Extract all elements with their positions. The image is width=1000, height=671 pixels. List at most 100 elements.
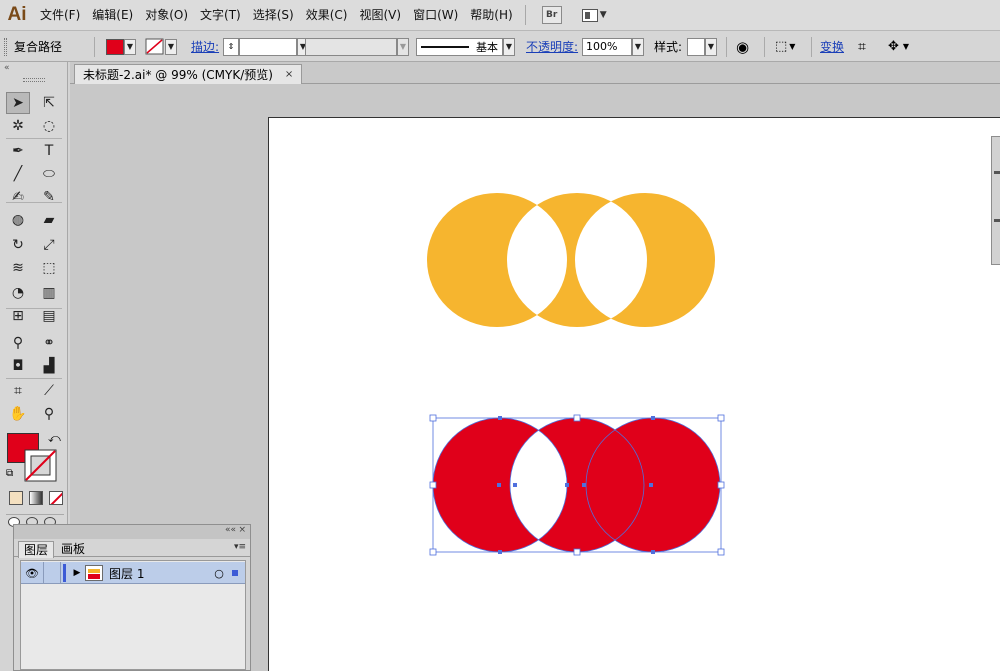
blend-tool-icon[interactable]: ⚭ bbox=[37, 332, 61, 354]
slice-tool-icon[interactable]: ⟋ bbox=[37, 380, 61, 402]
zoom-tool-icon[interactable]: ⚲ bbox=[37, 403, 61, 425]
lock-toggle[interactable] bbox=[43, 562, 61, 584]
default-fill-stroke-icon[interactable]: ⧉ bbox=[6, 468, 13, 479]
variable-width-field[interactable] bbox=[305, 37, 397, 56]
ellipse-tool-icon[interactable]: ⬭ bbox=[37, 163, 61, 185]
graphic-style-swatch[interactable] bbox=[687, 37, 705, 56]
stroke-none-icon[interactable] bbox=[145, 38, 165, 56]
stroke-weight-field[interactable]: ⇕ ▼ bbox=[223, 31, 309, 62]
eyedropper-tool-icon[interactable]: ⚲ bbox=[6, 332, 30, 354]
layer-row[interactable]: 👁 ▶ 图层 1 ○ bbox=[21, 562, 245, 584]
pen-tool-icon[interactable]: ✒ bbox=[6, 140, 30, 162]
swap-fill-stroke-icon[interactable]: ⤺ bbox=[48, 431, 61, 446]
direct-selection-tool-icon[interactable]: ⇱ bbox=[37, 92, 61, 114]
eraser-tool-icon[interactable]: ▰ bbox=[37, 209, 61, 231]
opacity-control[interactable]: 100% ▼ bbox=[582, 31, 644, 62]
tool-divider bbox=[6, 308, 62, 309]
lasso-tool-icon[interactable]: ◌ bbox=[37, 115, 61, 137]
brush-definition-field[interactable]: 基本 bbox=[416, 37, 503, 56]
selection-tool-icon[interactable]: ➤ bbox=[6, 92, 30, 114]
fill-color-control[interactable]: ▼ bbox=[106, 31, 136, 62]
panel-options-icon[interactable]: ✥ ▼ bbox=[888, 31, 909, 62]
tools-panel-grip[interactable] bbox=[22, 78, 45, 82]
blob-brush-tool-icon[interactable]: ◍ bbox=[6, 209, 30, 231]
variable-width-profile[interactable]: ▼ bbox=[305, 31, 409, 62]
free-transform-tool-icon[interactable]: ⬚ bbox=[37, 257, 61, 279]
arrange-documents-button[interactable]: ▼ bbox=[581, 6, 610, 24]
rotate-tool-icon[interactable]: ↻ bbox=[6, 234, 30, 256]
layer-name[interactable]: 图层 1 bbox=[109, 562, 144, 584]
collapsed-panel-dock[interactable] bbox=[991, 136, 1000, 265]
magic-wand-tool-icon[interactable]: ✲ bbox=[6, 115, 30, 137]
menu-select[interactable]: 选择(S) bbox=[247, 0, 300, 31]
collapse-panel-icon[interactable]: «« bbox=[225, 525, 236, 535]
layer-color-bar bbox=[63, 564, 66, 582]
width-tool-icon[interactable]: ≋ bbox=[6, 257, 30, 279]
stroke-dropdown-chevron-icon[interactable]: ▼ bbox=[165, 38, 177, 55]
shape-builder-tool-icon[interactable]: ◔ bbox=[6, 282, 30, 304]
none-mode-icon[interactable] bbox=[49, 491, 63, 505]
menu-edit[interactable]: 编辑(E) bbox=[86, 0, 139, 31]
menu-divider bbox=[524, 5, 526, 25]
menu-help[interactable]: 帮助(H) bbox=[464, 0, 518, 31]
stroke-weight-spinner-icon[interactable]: ⇕ bbox=[223, 37, 239, 56]
chevron-down-icon: ▼ bbox=[599, 10, 607, 20]
opacity-chevron-icon[interactable]: ▼ bbox=[632, 37, 644, 56]
control-bar-grip[interactable] bbox=[4, 31, 7, 62]
bridge-button[interactable]: Br bbox=[541, 6, 562, 24]
brush-definition-chevron-icon[interactable]: ▼ bbox=[503, 37, 515, 56]
document-tab[interactable]: 未标题-2.ai* @ 99% (CMYK/预览) × bbox=[74, 64, 303, 84]
type-tool-icon[interactable]: T bbox=[37, 140, 61, 162]
close-panel-icon[interactable]: × bbox=[238, 525, 246, 535]
artboard-tool-icon[interactable]: ⌗ bbox=[6, 380, 30, 402]
menu-object[interactable]: 对象(O) bbox=[139, 0, 194, 31]
expand-triangle-icon[interactable]: ▶ bbox=[72, 562, 82, 584]
panel-icon[interactable] bbox=[994, 219, 1000, 222]
menu-file[interactable]: 文件(F) bbox=[34, 0, 86, 31]
menu-type[interactable]: 文字(T) bbox=[194, 0, 247, 31]
stroke-label[interactable]: 描边: bbox=[191, 31, 219, 62]
opacity-label[interactable]: 不透明度: bbox=[526, 31, 578, 62]
variable-width-chevron-icon[interactable]: ▼ bbox=[397, 37, 409, 56]
transform-link[interactable]: 变换 bbox=[820, 31, 844, 62]
align-options-icon[interactable]: ⬚ ▼ bbox=[775, 31, 795, 62]
red-compound-path[interactable] bbox=[433, 418, 720, 552]
gradient-mode-icon[interactable] bbox=[29, 491, 43, 505]
divider bbox=[811, 37, 812, 57]
perspective-grid-tool-icon[interactable]: ▥ bbox=[37, 282, 61, 304]
menu-effect[interactable]: 效果(C) bbox=[300, 0, 354, 31]
color-mode-icon[interactable] bbox=[9, 491, 23, 505]
close-icon[interactable]: × bbox=[285, 69, 293, 80]
panel-icon[interactable] bbox=[994, 171, 1000, 174]
recolor-artwork-icon[interactable]: ◉ bbox=[736, 31, 749, 62]
document-tab-title: 未标题-2.ai* @ 99% (CMYK/预览) bbox=[83, 68, 273, 82]
tab-artboards[interactable]: 画板 bbox=[56, 541, 90, 558]
layers-panel-header[interactable]: «« × bbox=[14, 525, 250, 539]
scale-tool-icon[interactable]: ⤢ bbox=[37, 234, 61, 256]
yellow-compound-path[interactable] bbox=[427, 193, 715, 327]
graphic-style-control[interactable]: ▼ bbox=[687, 31, 717, 62]
isolate-group-icon[interactable]: ⌗ bbox=[858, 31, 866, 62]
hand-tool-icon[interactable]: ✋ bbox=[6, 403, 30, 425]
menu-view[interactable]: 视图(V) bbox=[353, 0, 407, 31]
stroke-color-control[interactable]: ▼ bbox=[145, 31, 177, 62]
tab-layers[interactable]: 图层 bbox=[18, 541, 55, 558]
fill-dropdown-chevron-icon[interactable]: ▼ bbox=[124, 38, 136, 55]
fill-swatch[interactable] bbox=[106, 38, 124, 55]
symbol-sprayer-tool-icon[interactable]: ◘ bbox=[6, 355, 30, 377]
tools-collapse-icon[interactable]: « bbox=[0, 62, 67, 76]
panel-menu-icon[interactable]: ▾≡ bbox=[234, 542, 246, 552]
pencil-tool-icon[interactable]: ✎ bbox=[37, 186, 61, 208]
brush-definition[interactable]: 基本 ▼ bbox=[416, 31, 515, 62]
stroke-weight-input[interactable] bbox=[239, 37, 297, 56]
target-circle-icon[interactable]: ○ bbox=[213, 562, 225, 584]
selection-indicator-icon[interactable] bbox=[231, 562, 239, 584]
menu-window[interactable]: 窗口(W) bbox=[407, 0, 464, 31]
graphic-style-chevron-icon[interactable]: ▼ bbox=[705, 37, 717, 56]
paintbrush-tool-icon[interactable]: ✍ bbox=[6, 186, 30, 208]
column-graph-tool-icon[interactable]: ▟ bbox=[37, 355, 61, 377]
stroke-none-box[interactable] bbox=[24, 449, 58, 483]
opacity-input[interactable]: 100% bbox=[582, 37, 632, 56]
visibility-eye-icon[interactable]: 👁 bbox=[23, 562, 41, 584]
line-tool-icon[interactable]: ╱ bbox=[6, 163, 30, 185]
